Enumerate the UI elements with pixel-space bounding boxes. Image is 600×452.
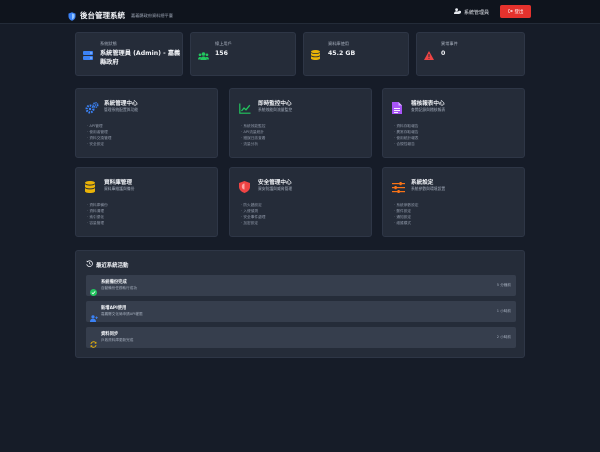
module-card-realtime-monitoring[interactable]: 即時監控中心 系統效能與流量監控 系統效能監控 API流量統計 錯誤日誌查看 流… — [229, 88, 372, 158]
shield-icon — [239, 178, 250, 197]
stat-label: 資料庫使用 — [328, 41, 349, 46]
module-feature[interactable]: 安全設定 — [87, 141, 111, 147]
activity-item[interactable]: 資料同步 戶政資料庫更新完成 2 小時前 — [86, 327, 516, 348]
module-title: 稽核報表中心 — [411, 101, 445, 107]
module-title: 安全管理中心 — [258, 180, 292, 186]
module-desc: 資料庫維護與備份 — [104, 186, 135, 191]
user-menu[interactable]: 系統管理員 — [454, 8, 489, 16]
brand[interactable]: 後台管理系統 嘉義縣政府資料總平臺 — [68, 6, 173, 25]
file-report-icon — [392, 99, 402, 118]
activity-time: 1 小時前 — [496, 309, 511, 313]
module-desc: 系統參數與環境設置 — [411, 186, 446, 191]
stat-value: 45.2 GB — [328, 50, 356, 57]
shield-icon — [68, 6, 76, 25]
user-shield-icon — [454, 8, 461, 16]
module-feature[interactable]: 容量管理 — [87, 220, 108, 226]
logout-label: 登出 — [514, 9, 524, 15]
module-feature-list: 資料庫備份 資料清理 索引優化 容量管理 — [87, 202, 108, 226]
activity-title: 資料同步 — [101, 332, 119, 337]
recent-activity-title: 最近系統活動 — [96, 262, 129, 269]
module-feature-list: 系統效能監控 API流量統計 錯誤日誌查看 流量分析 — [241, 123, 265, 147]
history-icon — [86, 260, 93, 269]
user-label: 系統管理員 — [464, 9, 490, 16]
module-card-system-management[interactable]: 系統管理中心 管理系統配置與功能 API管理 使用者管理 資料交換管理 安全設定 — [75, 88, 218, 158]
stat-value: 0 — [441, 50, 446, 57]
users-icon — [198, 45, 209, 64]
app-title: 後台管理系統 — [80, 11, 125, 20]
module-title: 即時監控中心 — [258, 101, 292, 107]
module-title: 資料庫管理 — [104, 180, 132, 186]
activity-time: 5 分鐘前 — [496, 283, 511, 287]
activity-time: 2 小時前 — [496, 335, 511, 339]
stat-card-database-usage: 資料庫使用 45.2 GB — [303, 32, 409, 76]
activity-desc: 戶政資料庫更新完成 — [101, 338, 134, 342]
module-feature[interactable]: 流量分析 — [241, 141, 265, 147]
recent-activity-header: 最近系統活動 — [86, 260, 128, 269]
activity-title: 新增API使用 — [101, 306, 127, 311]
sync-icon — [90, 333, 97, 352]
stat-label: 異常事件 — [441, 41, 458, 46]
module-title: 系統設定 — [411, 180, 434, 186]
module-title: 系統管理中心 — [104, 101, 138, 107]
stat-value: 系統管理員 (Admin) - 嘉義縣政府 — [100, 50, 181, 67]
module-card-database-management[interactable]: 資料庫管理 資料庫維護與備份 資料庫備份 資料清理 索引優化 容量管理 — [75, 167, 218, 237]
module-card-system-settings[interactable]: 系統設定 系統參數與環境設置 系統參數設定 郵件設定 通知設定 維護模式 — [382, 167, 525, 237]
recent-activity-panel: 最近系統活動 系統備份完成 自動備份任務執行成功 5 分鐘前 新增API使用 嘉… — [75, 250, 525, 358]
stat-label: 線上用戶 — [215, 41, 232, 46]
activity-item[interactable]: 新增API使用 嘉義縣文化局申請API權限 1 小時前 — [86, 301, 516, 322]
module-card-security-management[interactable]: 安全管理中心 資安防護與威脅管理 防火牆設定 入侵偵測 安全事件處理 加密設定 — [229, 167, 372, 237]
chart-line-icon — [239, 99, 251, 118]
module-desc: 查閱記錄與稽核報表 — [411, 107, 446, 112]
module-feature-list: API管理 使用者管理 資料交換管理 安全設定 — [87, 123, 111, 147]
top-navbar: 後台管理系統 嘉義縣政府資料總平臺 系統管理員 登出 — [0, 0, 600, 24]
stat-value: 156 — [215, 50, 228, 57]
module-desc: 管理系統配置與功能 — [104, 107, 139, 112]
module-feature[interactable]: 維護模式 — [394, 220, 418, 226]
logout-button[interactable]: 登出 — [500, 5, 531, 18]
module-desc: 系統效能與流量監控 — [258, 107, 293, 112]
module-card-audit-reports[interactable]: 稽核報表中心 查閱記錄與稽核報表 資料存取報告 異常存取報告 使用統計報表 合規… — [382, 88, 525, 158]
module-feature-list: 系統參數設定 郵件設定 通知設定 維護模式 — [394, 202, 418, 226]
warning-icon — [424, 45, 434, 64]
stat-card-abnormal-events: 異常事件 0 — [416, 32, 525, 76]
module-feature[interactable]: 合規性報告 — [394, 141, 418, 147]
gears-icon — [85, 99, 99, 118]
database-icon — [85, 178, 95, 197]
database-icon — [311, 45, 320, 64]
stat-label: 系統狀態 — [100, 41, 117, 46]
module-desc: 資安防護與威脅管理 — [258, 186, 293, 191]
stat-card-online-users: 線上用戶 156 — [190, 32, 296, 76]
module-feature-list: 防火牆設定 入侵偵測 安全事件處理 加密設定 — [241, 202, 265, 226]
module-feature-list: 資料存取報告 異常存取報告 使用統計報表 合規性報告 — [394, 123, 418, 147]
server-icon — [83, 45, 93, 64]
activity-title: 系統備份完成 — [101, 280, 127, 285]
stat-card-system-status: 系統狀態 系統管理員 (Admin) - 嘉義縣政府 — [75, 32, 183, 76]
app-subtitle: 嘉義縣政府資料總平臺 — [131, 12, 173, 18]
check-circle-icon — [90, 281, 97, 300]
activity-desc: 嘉義縣文化局申請API權限 — [101, 312, 143, 316]
module-feature[interactable]: 加密設定 — [241, 220, 265, 226]
activity-desc: 自動備份任務執行成功 — [101, 286, 137, 290]
activity-item[interactable]: 系統備份完成 自動備份任務執行成功 5 分鐘前 — [86, 275, 516, 296]
sign-out-icon — [507, 8, 513, 15]
user-plus-icon — [90, 307, 98, 326]
sliders-icon — [392, 178, 405, 197]
